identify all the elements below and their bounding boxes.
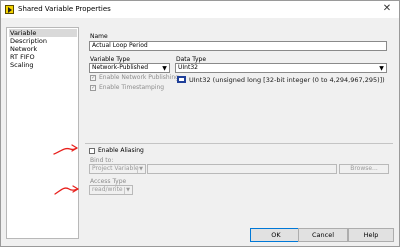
chevron-down-icon: ▼ bbox=[124, 187, 131, 194]
data-type-select[interactable]: UInt32 ▼ bbox=[175, 63, 387, 73]
access-type-label: Access Type bbox=[90, 178, 127, 185]
access-type-value: read/write bbox=[92, 186, 123, 193]
data-type-value: UInt32 bbox=[178, 64, 198, 71]
category-item-variable[interactable]: Variable bbox=[9, 29, 77, 37]
chevron-down-icon: ▼ bbox=[162, 65, 167, 72]
name-label: Name bbox=[90, 33, 108, 40]
window-title: Shared Variable Properties bbox=[18, 5, 111, 13]
variable-type-label: Variable Type bbox=[90, 56, 130, 63]
shared-variable-properties-dialog: Shared Variable Properties ✕ Variable De… bbox=[0, 0, 400, 247]
enable-network-publishing-checkbox[interactable] bbox=[90, 74, 96, 81]
annotation-arrow-aliasing bbox=[53, 144, 78, 155]
title-bar: Shared Variable Properties ✕ bbox=[1, 1, 399, 18]
category-item-description[interactable]: Description bbox=[9, 37, 77, 45]
category-item-scaling[interactable]: Scaling bbox=[9, 61, 77, 69]
help-button[interactable]: Help bbox=[348, 228, 394, 242]
bind-to-label: Bind to: bbox=[90, 157, 114, 164]
category-list: Variable Description Network RT FIFO Sca… bbox=[6, 27, 79, 239]
bind-to-value: Project Variable bbox=[92, 165, 139, 172]
chevron-down-icon: ▼ bbox=[137, 166, 144, 173]
cancel-button[interactable]: Cancel bbox=[298, 228, 348, 242]
annotation-arrow-access-type bbox=[54, 185, 79, 195]
enable-timestamping-checkbox[interactable] bbox=[90, 84, 96, 91]
bind-to-select[interactable]: Project Variable ▼ bbox=[89, 164, 146, 174]
data-type-label: Data Type bbox=[176, 56, 207, 63]
enable-aliasing-label: Enable Aliasing bbox=[98, 147, 144, 154]
enable-network-publishing-label: Enable Network Publishing bbox=[99, 74, 179, 81]
uint32-type-icon bbox=[177, 76, 186, 83]
data-type-description: UInt32 (unsigned long [32-bit integer (0… bbox=[189, 76, 385, 84]
section-divider bbox=[85, 143, 393, 144]
enable-aliasing-checkbox[interactable] bbox=[89, 148, 95, 154]
enable-timestamping-label: Enable Timestamping bbox=[99, 84, 165, 91]
browse-button[interactable]: Browse... bbox=[339, 164, 389, 174]
labview-app-icon bbox=[5, 5, 14, 14]
close-button[interactable]: ✕ bbox=[379, 2, 395, 16]
chevron-down-icon: ▼ bbox=[379, 65, 384, 72]
variable-type-select[interactable]: Network-Published ▼ bbox=[89, 63, 170, 73]
bind-to-path-field[interactable] bbox=[147, 164, 337, 174]
variable-type-value: Network-Published bbox=[92, 64, 149, 71]
category-item-network[interactable]: Network bbox=[9, 45, 77, 53]
access-type-select[interactable]: read/write ▼ bbox=[89, 185, 133, 195]
name-input[interactable]: Actual Loop Period bbox=[89, 41, 387, 51]
ok-button[interactable]: OK bbox=[250, 228, 302, 242]
category-item-rt-fifo[interactable]: RT FIFO bbox=[9, 53, 77, 61]
